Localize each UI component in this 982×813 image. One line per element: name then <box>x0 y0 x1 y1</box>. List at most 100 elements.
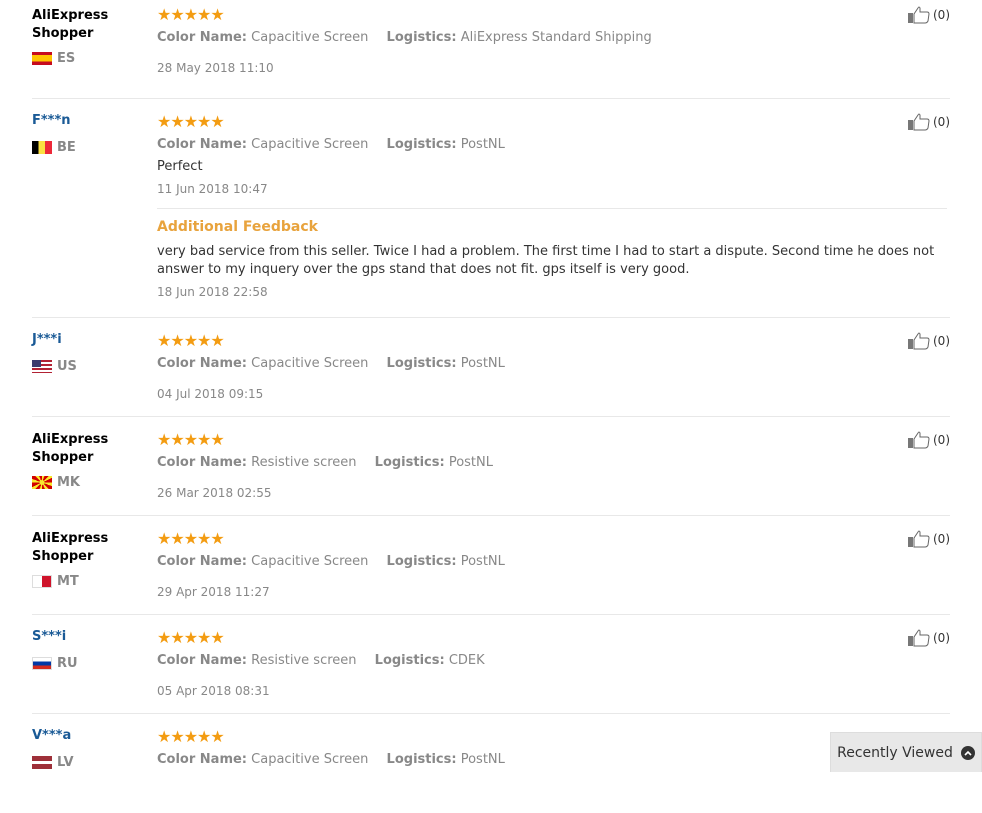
logistics-value: PostNL <box>460 554 505 569</box>
review-meta: Color Name: Capacitive Screen Logistics:… <box>157 751 947 769</box>
country-code: BE <box>57 140 76 155</box>
color-name-value: Capacitive Screen <box>251 752 369 767</box>
color-name-value: Capacitive Screen <box>251 137 369 152</box>
review-item: AliExpress Shopper MT ★★★★★ Color Name: … <box>32 516 950 615</box>
color-name-value: Capacitive Screen <box>251 356 369 371</box>
color-name-label: Color Name: <box>157 137 248 152</box>
helpful-button[interactable]: (0) <box>907 113 950 131</box>
logistics-label: Logistics: <box>386 554 457 569</box>
helpful-button[interactable]: (0) <box>907 530 950 548</box>
recently-viewed-label: Recently Viewed <box>837 744 953 761</box>
thumbs-up-icon <box>908 431 930 449</box>
flag-ru-icon <box>32 657 52 670</box>
star-rating: ★★★★★ <box>157 5 225 24</box>
logistics-value: PostNL <box>460 137 505 152</box>
review-date: 29 Apr 2018 11:27 <box>157 585 270 599</box>
review-date: 11 Jun 2018 10:47 <box>157 182 268 196</box>
thumbs-up-icon <box>908 332 930 350</box>
reviewer-name: AliExpress Shopper <box>32 531 109 564</box>
review-body: ★★★★★ Color Name: Capacitive Screen Logi… <box>157 530 947 601</box>
review-meta: Color Name: Capacitive Screen Logistics:… <box>157 355 947 373</box>
star-rating: ★★★★★ <box>157 112 225 131</box>
review-body: ★★★★★ Color Name: Capacitive Screen Logi… <box>157 332 947 403</box>
reviewer-name: F***n <box>32 113 71 128</box>
logistics-label: Logistics: <box>374 455 445 470</box>
review-item: V***a LV ★★★★★ Color Name: Capacitive Sc… <box>32 714 950 813</box>
thumbs-up-icon <box>908 113 930 131</box>
country-code: RU <box>57 656 78 671</box>
helpful-count: (0) <box>933 115 950 129</box>
flag-mk-icon <box>32 476 52 489</box>
logistics-label: Logistics: <box>386 356 457 371</box>
review-date: 05 Apr 2018 08:31 <box>157 684 270 698</box>
reviewer-country: MT <box>32 574 79 589</box>
logistics-value: CDEK <box>448 653 485 668</box>
color-name-label: Color Name: <box>157 554 248 569</box>
review-body: ★★★★★ Color Name: Capacitive Screen Logi… <box>157 728 947 769</box>
color-name-value: Capacitive Screen <box>251 554 369 569</box>
review-date: 26 Mar 2018 02:55 <box>157 486 272 500</box>
review-date: 04 Jul 2018 09:15 <box>157 387 264 401</box>
additional-feedback-title: Additional Feedback <box>157 219 318 235</box>
review-date: 28 May 2018 11:10 <box>157 61 274 75</box>
color-name-label: Color Name: <box>157 455 248 470</box>
helpful-button[interactable]: (0) <box>907 629 950 647</box>
review-body: ★★★★★ Color Name: Resistive screen Logis… <box>157 629 947 700</box>
reviewer-name: AliExpress Shopper <box>32 432 109 465</box>
logistics-label: Logistics: <box>386 137 457 152</box>
color-name-label: Color Name: <box>157 30 248 45</box>
reviewer-country: US <box>32 359 77 374</box>
color-name-label: Color Name: <box>157 356 248 371</box>
country-code: MK <box>57 475 81 490</box>
star-rating: ★★★★★ <box>157 331 225 350</box>
color-name-label: Color Name: <box>157 752 248 767</box>
additional-feedback: Additional Feedback very bad service fro… <box>157 208 947 301</box>
reviewer-country: LV <box>32 755 74 770</box>
country-code: ES <box>57 51 76 66</box>
helpful-count: (0) <box>933 631 950 645</box>
logistics-label: Logistics: <box>374 653 445 668</box>
star-rating: ★★★★★ <box>157 529 225 548</box>
logistics-value: PostNL <box>460 356 505 371</box>
reviewer-name: V***a <box>32 728 72 743</box>
review-text: Perfect <box>157 159 203 174</box>
reviewer-country: ES <box>32 51 75 66</box>
color-name-value: Resistive screen <box>251 653 357 668</box>
logistics-label: Logistics: <box>386 752 457 767</box>
review-body: ★★★★★ Color Name: Capacitive Screen Logi… <box>157 6 947 77</box>
reviewer-country: RU <box>32 656 78 671</box>
logistics-value: AliExpress Standard Shipping <box>460 30 652 45</box>
color-name-value: Resistive screen <box>251 455 357 470</box>
review-item: AliExpress Shopper ES ★★★★★ Color Name: … <box>32 0 950 99</box>
country-code: MT <box>57 574 79 589</box>
review-meta: Color Name: Capacitive Screen Logistics:… <box>157 553 947 571</box>
flag-be-icon <box>32 141 52 154</box>
star-rating: ★★★★★ <box>157 430 225 449</box>
helpful-count: (0) <box>933 433 950 447</box>
thumbs-up-icon <box>908 629 930 647</box>
review-item: S***i RU ★★★★★ Color Name: Resistive scr… <box>32 615 950 714</box>
additional-feedback-text: very bad service from this seller. Twice… <box>157 244 935 277</box>
review-meta: Color Name: Resistive screen Logistics: … <box>157 652 947 670</box>
helpful-count: (0) <box>933 334 950 348</box>
color-name-label: Color Name: <box>157 653 248 668</box>
reviewer-name: S***i <box>32 629 67 644</box>
review-body: ★★★★★ Color Name: Capacitive Screen Logi… <box>157 113 947 301</box>
flag-es-icon <box>32 52 52 65</box>
color-name-value: Capacitive Screen <box>251 30 369 45</box>
helpful-button[interactable]: (0) <box>907 6 950 24</box>
additional-feedback-date: 18 Jun 2018 22:58 <box>157 285 268 299</box>
review-meta: Color Name: Capacitive Screen Logistics:… <box>157 29 947 47</box>
feedback-list: AliExpress Shopper ES ★★★★★ Color Name: … <box>32 0 950 813</box>
helpful-button[interactable]: (0) <box>907 431 950 449</box>
review-item: F***n BE ★★★★★ Color Name: Capacitive Sc… <box>32 99 950 318</box>
recently-viewed-button[interactable]: Recently Viewed <box>830 732 982 772</box>
reviewer-country: MK <box>32 475 80 490</box>
star-rating: ★★★★★ <box>157 727 225 746</box>
flag-mt-icon <box>32 575 52 588</box>
chevron-up-icon <box>960 745 975 760</box>
reviewer-name: AliExpress Shopper <box>32 8 109 41</box>
reviewer-name: J***i <box>32 332 62 347</box>
review-meta: Color Name: Resistive screen Logistics: … <box>157 454 947 472</box>
helpful-button[interactable]: (0) <box>907 332 950 350</box>
